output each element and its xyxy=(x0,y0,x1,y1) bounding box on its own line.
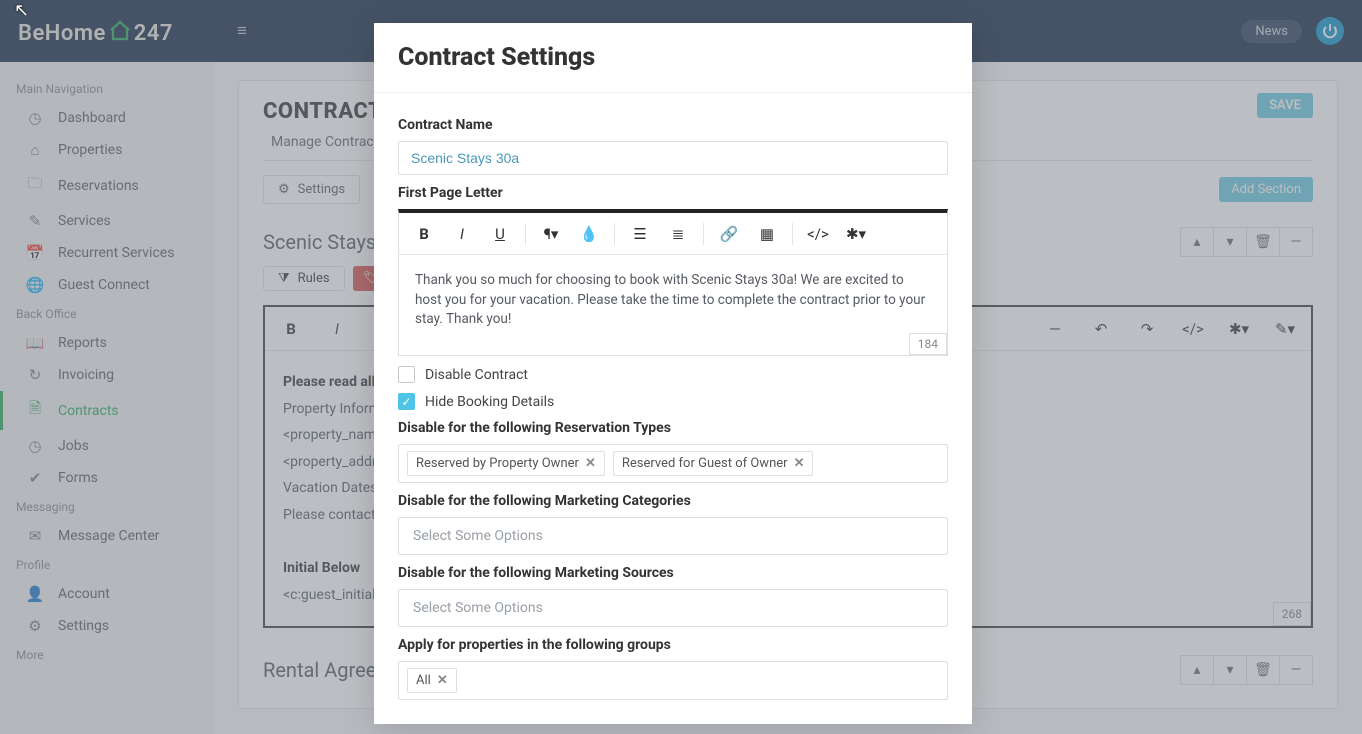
contract-name-label: Contract Name xyxy=(398,117,948,133)
asterisk-icon[interactable]: ✱▾ xyxy=(839,218,873,250)
disable-contract-checkbox[interactable] xyxy=(398,366,415,383)
hide-booking-label: Hide Booking Details xyxy=(425,394,554,410)
tag-label: Reserved for Guest of Owner xyxy=(622,456,788,471)
underline-icon[interactable]: U xyxy=(483,218,517,250)
first-page-label: First Page Letter xyxy=(398,185,948,201)
letter-body[interactable]: Thank you so much for choosing to book w… xyxy=(399,255,947,355)
code-icon[interactable]: </> xyxy=(801,218,835,250)
italic-icon[interactable]: I xyxy=(445,218,479,250)
ol-icon[interactable]: ☰ xyxy=(623,218,657,250)
marketing-sources-input[interactable]: Select Some Options xyxy=(398,589,948,627)
hide-booking-checkbox[interactable]: ✓ xyxy=(398,393,415,410)
letter-toolbar: B I U ¶▾ 💧 ☰ ≣ 🔗 ▦ </> ✱▾ xyxy=(399,213,947,255)
cursor-icon: ↖ xyxy=(14,0,29,21)
remove-tag-icon[interactable]: ✕ xyxy=(794,456,805,471)
tag[interactable]: Reserved by Property Owner ✕ xyxy=(407,451,605,476)
paragraph-icon[interactable]: ¶▾ xyxy=(534,218,568,250)
marketing-categories-input[interactable]: Select Some Options xyxy=(398,517,948,555)
letter-char-count: 184 xyxy=(909,333,947,355)
reservation-types-input[interactable]: Reserved by Property Owner✕Reserved for … xyxy=(398,444,948,483)
disable-cat-label: Disable for the following Marketing Cate… xyxy=(398,493,948,509)
disable-src-label: Disable for the following Marketing Sour… xyxy=(398,565,948,581)
tag[interactable]: All ✕ xyxy=(407,668,457,693)
tag-label: All xyxy=(416,673,431,688)
link-icon[interactable]: 🔗 xyxy=(712,218,746,250)
placeholder-text: Select Some Options xyxy=(407,600,543,616)
tag-label: Reserved by Property Owner xyxy=(416,456,579,471)
contract-settings-modal: Contract Settings Contract Name First Pa… xyxy=(374,23,972,724)
bold-icon[interactable]: B xyxy=(407,218,441,250)
remove-tag-icon[interactable]: ✕ xyxy=(585,456,596,471)
tag[interactable]: Reserved for Guest of Owner ✕ xyxy=(613,451,814,476)
apply-groups-label: Apply for properties in the following gr… xyxy=(398,637,948,653)
drop-icon[interactable]: 💧 xyxy=(572,218,606,250)
letter-editor: B I U ¶▾ 💧 ☰ ≣ 🔗 ▦ </> ✱▾ Thank you so m… xyxy=(398,209,948,356)
property-groups-input[interactable]: All ✕ xyxy=(398,661,948,700)
table-icon[interactable]: ▦ xyxy=(750,218,784,250)
disable-contract-label: Disable Contract xyxy=(425,367,528,383)
placeholder-text: Select Some Options xyxy=(407,528,543,544)
contract-name-input[interactable] xyxy=(398,141,948,175)
modal-title: Contract Settings xyxy=(374,23,972,93)
ul-icon[interactable]: ≣ xyxy=(661,218,695,250)
remove-tag-icon[interactable]: ✕ xyxy=(437,673,448,688)
disable-res-label: Disable for the following Reservation Ty… xyxy=(398,420,948,436)
